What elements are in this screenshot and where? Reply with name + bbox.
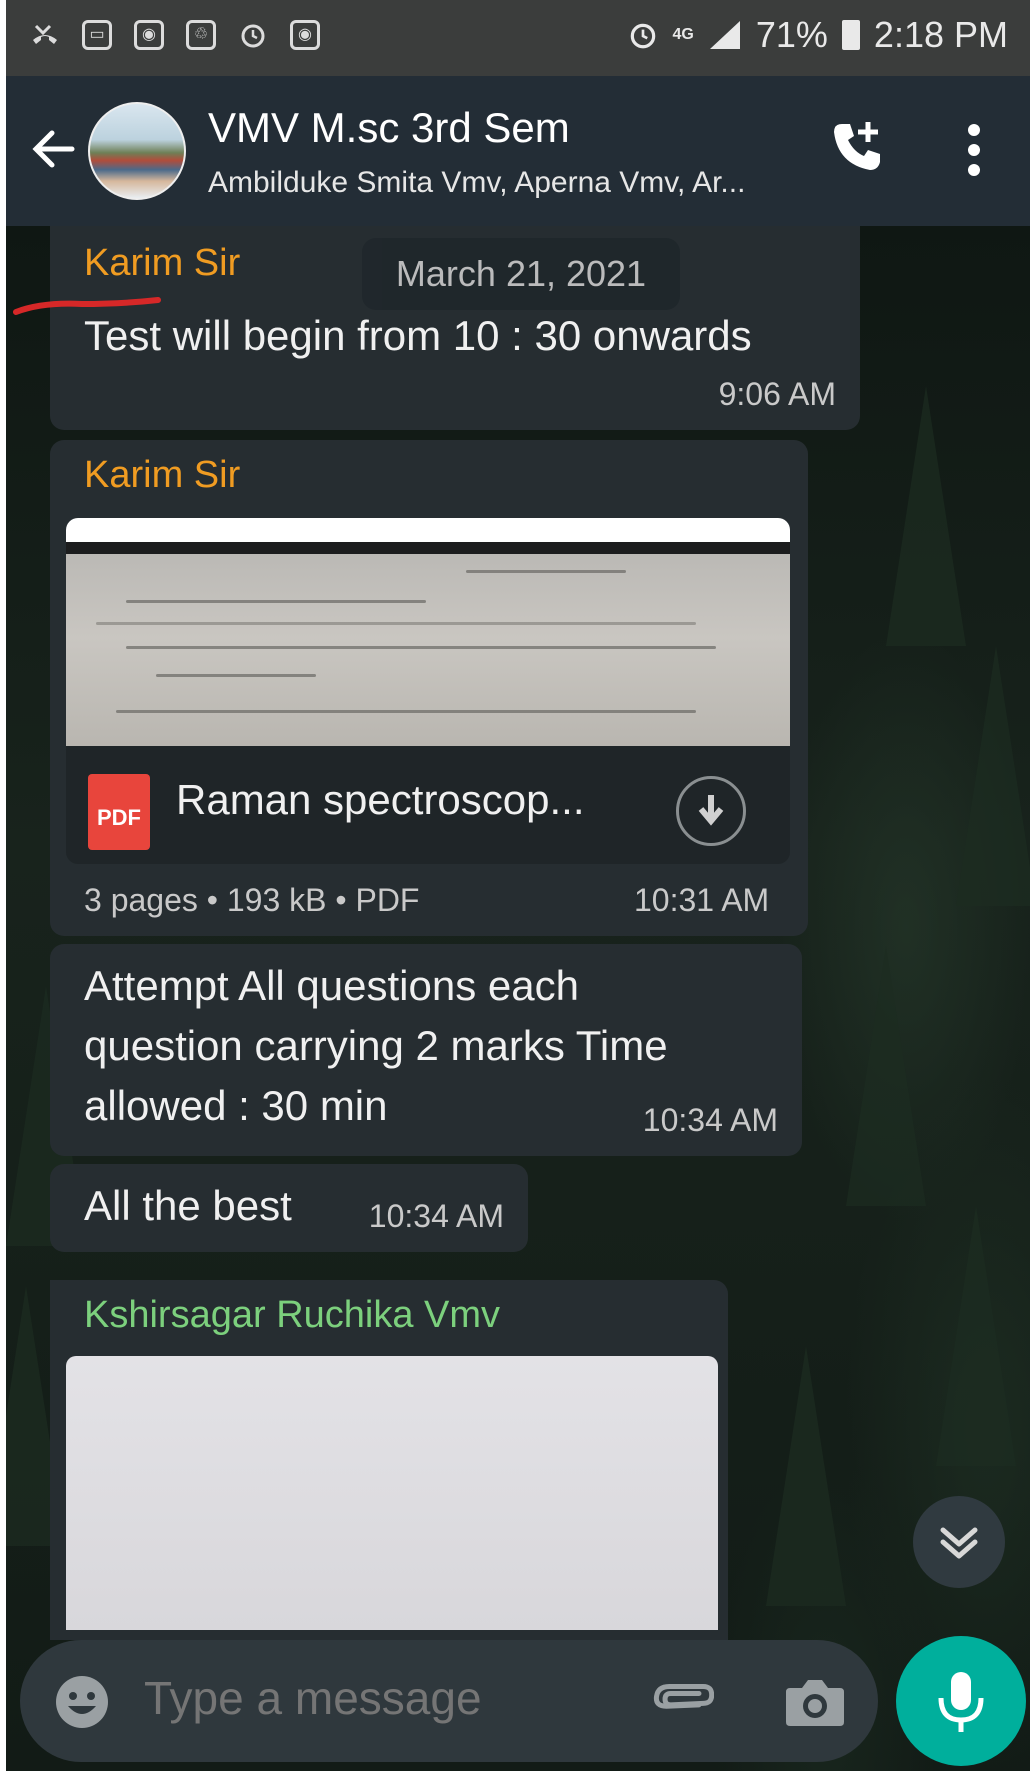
document-meta: 3 pages • 193 kB • PDF: [84, 882, 420, 918]
app-icon: ◉: [290, 20, 320, 50]
battery-percent: 71%: [755, 14, 828, 55]
date-chip: March 21, 2021: [362, 238, 680, 310]
clock: 2:18 PM: [873, 14, 1008, 55]
camera-icon[interactable]: [784, 1674, 846, 1730]
message-time: 10:31 AM: [634, 882, 770, 918]
double-chevron-down-icon: [940, 1527, 978, 1559]
document-preview[interactable]: [66, 518, 790, 746]
message-bubble[interactable]: Attempt All questions each question carr…: [50, 944, 802, 1156]
preview-line: [126, 646, 716, 649]
sender-name: Kshirsagar Ruchika Vmv: [84, 1294, 501, 1336]
recycle-icon: ♲: [186, 20, 216, 50]
image-icon: ▭: [82, 20, 112, 50]
preview-line: [126, 600, 426, 603]
message-time: 10:34 AM: [368, 1198, 504, 1234]
chat-participants[interactable]: Ambilduke Smita Vmv, Aperna Vmv, Ar...: [208, 166, 745, 200]
back-arrow-icon[interactable]: [28, 124, 78, 183]
message-text: All the best: [84, 1182, 292, 1229]
preview-line: [96, 622, 696, 625]
sender-name: Karim Sir: [84, 454, 241, 496]
message-text: Attempt All questions each question carr…: [84, 962, 668, 1129]
message-time: 9:06 AM: [718, 376, 836, 412]
alarm-icon: [238, 20, 268, 50]
more-options-icon[interactable]: [966, 122, 982, 178]
microphone-icon: [938, 1672, 984, 1732]
notification-icons: ▭ ◉ ♲ ◉: [30, 20, 320, 50]
group-avatar[interactable]: [88, 102, 186, 200]
pdf-file-icon: PDF: [88, 774, 150, 850]
message-text: Test will begin from 10 : 30 onwards: [84, 312, 752, 359]
app-icon: ◉: [134, 20, 164, 50]
message-time: 10:34 AM: [642, 1102, 778, 1138]
add-call-icon[interactable]: [828, 116, 888, 176]
missed-call-icon: [30, 20, 60, 50]
alarm-icon: [630, 23, 655, 49]
download-icon[interactable]: [676, 776, 746, 846]
voice-record-button[interactable]: [896, 1636, 1026, 1766]
image-preview[interactable]: [66, 1356, 718, 1630]
message-input[interactable]: [142, 1670, 566, 1726]
message-bubble[interactable]: All the best 10:34 AM: [50, 1164, 528, 1252]
document-info-row[interactable]: PDF Raman spectroscop...: [66, 746, 790, 864]
status-right: 4G 71% 2:18 PM: [627, 14, 1008, 56]
wallpaper-tree: [936, 1206, 1016, 1466]
document-name: Raman spectroscop...: [176, 776, 585, 823]
battery-icon: [841, 20, 860, 50]
preview-line: [466, 570, 626, 573]
chat-header: VMV M.sc 3rd Sem Ambilduke Smita Vmv, Ap…: [6, 76, 1030, 226]
wallpaper-tree: [886, 386, 966, 646]
chat-title[interactable]: VMV M.sc 3rd Sem: [208, 104, 570, 152]
message-composer: [20, 1640, 878, 1762]
preview-line: [156, 674, 316, 677]
red-annotation-mark: [13, 297, 161, 315]
attach-icon[interactable]: [650, 1670, 715, 1734]
network-type: 4G: [672, 26, 694, 43]
status-bar: ▭ ◉ ♲ ◉ 4G 71% 2:18 PM: [6, 0, 1030, 76]
wallpaper-tree: [766, 1346, 846, 1606]
signal-icon: [709, 21, 740, 49]
scroll-to-bottom-button[interactable]: [913, 1496, 1005, 1588]
wallpaper-tree: [846, 946, 926, 1206]
preview-line: [116, 710, 696, 713]
chat-screen: ▭ ◉ ♲ ◉ 4G 71% 2:18 PM VMV M.sc 3rd Sem …: [6, 0, 1030, 1771]
wallpaper-tree: [956, 646, 1030, 906]
sender-name: Karim Sir: [84, 242, 241, 284]
emoji-icon[interactable]: [54, 1674, 110, 1730]
